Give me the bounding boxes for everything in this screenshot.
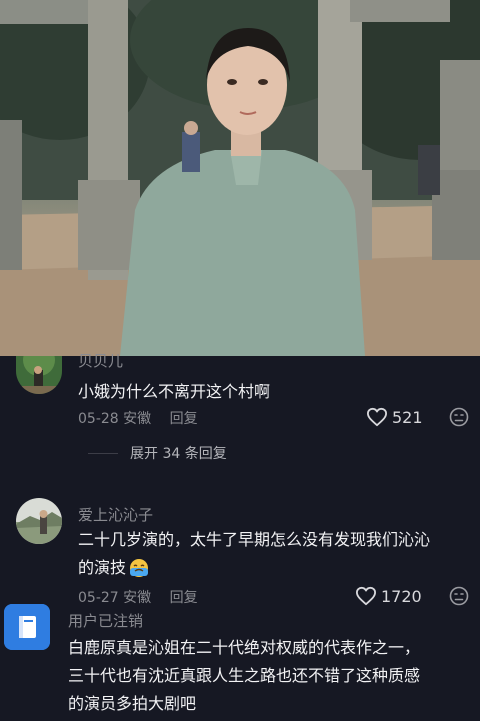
avatar[interactable] [16, 356, 62, 394]
comment-text-line: 的演技 [78, 558, 127, 577]
like-button[interactable]: 521 [366, 407, 423, 427]
comment-section: 贝贝儿 小娥为什么不离开这个村啊 05-28 安徽 回复 521 展开 34 条… [0, 352, 480, 721]
avatar[interactable] [4, 604, 50, 650]
comment-text: 小娥为什么不离开这个村啊 [78, 382, 271, 401]
crying-emoji-icon [130, 559, 149, 577]
heart-icon [355, 586, 376, 606]
avatar-image [16, 498, 62, 544]
comment-location: 安徽 [123, 411, 152, 427]
comment-username[interactable]: 贝贝儿 [78, 350, 123, 371]
dislike-face-icon [449, 586, 469, 606]
comment-username[interactable]: 用户已注销 [68, 610, 143, 631]
video-frame[interactable] [0, 0, 480, 356]
comment-text: 二十几岁演的，太牛了早期怎么没有发现我们沁沁 的演技 [78, 526, 478, 582]
comment-text-line-row: 的演技 [78, 554, 478, 582]
expand-replies-button[interactable]: 展开 34 条回复 [88, 443, 227, 463]
like-button[interactable]: 1720 [355, 586, 422, 606]
dislike-button[interactable] [449, 407, 469, 431]
comment-date: 05-27 [78, 590, 119, 606]
reply-button[interactable]: 回复 [170, 411, 198, 427]
comment-location: 安徽 [123, 590, 152, 606]
comment-username[interactable]: 爱上沁沁子 [78, 504, 153, 525]
book-avatar-icon [4, 604, 50, 650]
reply-button[interactable]: 回复 [170, 590, 198, 606]
comment-date: 05-28 [78, 411, 119, 427]
avatar-image [16, 356, 62, 394]
comment-meta: 05-27 安徽 回复 [78, 587, 198, 607]
dislike-face-icon [449, 407, 469, 427]
like-count: 521 [392, 407, 423, 427]
avatar[interactable] [16, 498, 62, 544]
divider [88, 452, 118, 454]
comment-text: 白鹿原真是沁姐在二十代绝对权威的代表作之一， 三十代也有沈近真跟人生之路也还不错… [68, 634, 478, 718]
comment-text-line: 二十几岁演的，太牛了早期怎么没有发现我们沁沁 [78, 530, 431, 549]
heart-icon [366, 407, 387, 427]
expand-replies-label: 展开 34 条回复 [130, 446, 227, 462]
like-count: 1720 [381, 586, 422, 606]
comment-text-line: 三十代也有沈近真跟人生之路也还不错了这种质感 [68, 666, 421, 685]
video-still-image [0, 0, 480, 356]
comment-text-line: 的演员多拍大剧吧 [68, 694, 197, 713]
dislike-button[interactable] [449, 586, 469, 610]
comment-meta: 05-28 安徽 回复 [78, 408, 198, 428]
comment-text-line: 白鹿原真是沁姐在二十代绝对权威的代表作之一， [68, 638, 421, 657]
